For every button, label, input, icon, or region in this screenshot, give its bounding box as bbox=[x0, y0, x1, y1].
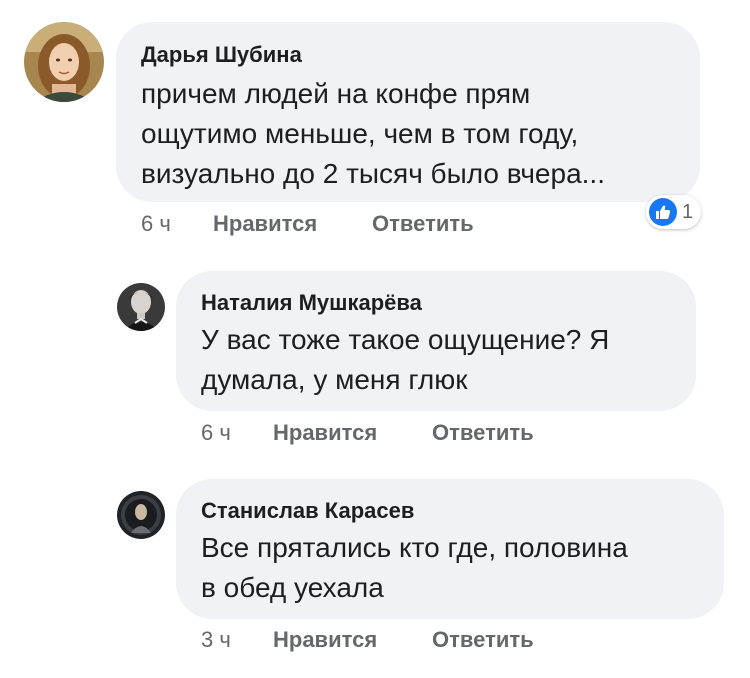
reply-button[interactable]: Ответить bbox=[372, 211, 474, 237]
comment-time[interactable]: 6 ч bbox=[141, 211, 171, 237]
comment-text: причем людей на конфе прям ощутимо меньш… bbox=[141, 74, 605, 194]
like-button[interactable]: Нравится bbox=[213, 211, 317, 237]
avatar[interactable] bbox=[117, 283, 165, 331]
avatar[interactable] bbox=[24, 22, 104, 102]
comment-text-line: Все прятались кто где, половина bbox=[201, 532, 628, 563]
comment-text-line: У вас тоже такое ощущение? Я bbox=[201, 324, 610, 355]
comment-text: Все прятались кто где, половина в обед у… bbox=[201, 528, 628, 608]
like-button[interactable]: Нравится bbox=[273, 420, 377, 446]
comment-text-line: думала, у меня глюк bbox=[201, 364, 468, 395]
reaction-badge[interactable]: 1 bbox=[646, 195, 702, 229]
like-button[interactable]: Нравится bbox=[273, 627, 377, 653]
reply-button[interactable]: Ответить bbox=[432, 627, 534, 653]
comment-time[interactable]: 3 ч bbox=[201, 627, 231, 653]
like-icon bbox=[649, 198, 677, 226]
comment-text-line: визуально до 2 тысяч было вчера... bbox=[141, 158, 605, 189]
comment-author[interactable]: Станислав Карасев bbox=[201, 498, 414, 524]
comment-text-line: ощутимо меньше, чем в том году, bbox=[141, 118, 579, 149]
comment-text-line: причем людей на конфе прям bbox=[141, 78, 531, 109]
comment-text: У вас тоже такое ощущение? Я думала, у м… bbox=[201, 320, 609, 400]
comment-author[interactable]: Дарья Шубина bbox=[141, 42, 302, 68]
comment-time[interactable]: 6 ч bbox=[201, 420, 231, 446]
avatar[interactable] bbox=[117, 491, 165, 539]
reaction-count: 1 bbox=[682, 200, 694, 223]
comment-text-line: в обед уехала bbox=[201, 572, 384, 603]
comment-author[interactable]: Наталия Мушкарёва bbox=[201, 290, 422, 316]
reply-button[interactable]: Ответить bbox=[432, 420, 534, 446]
